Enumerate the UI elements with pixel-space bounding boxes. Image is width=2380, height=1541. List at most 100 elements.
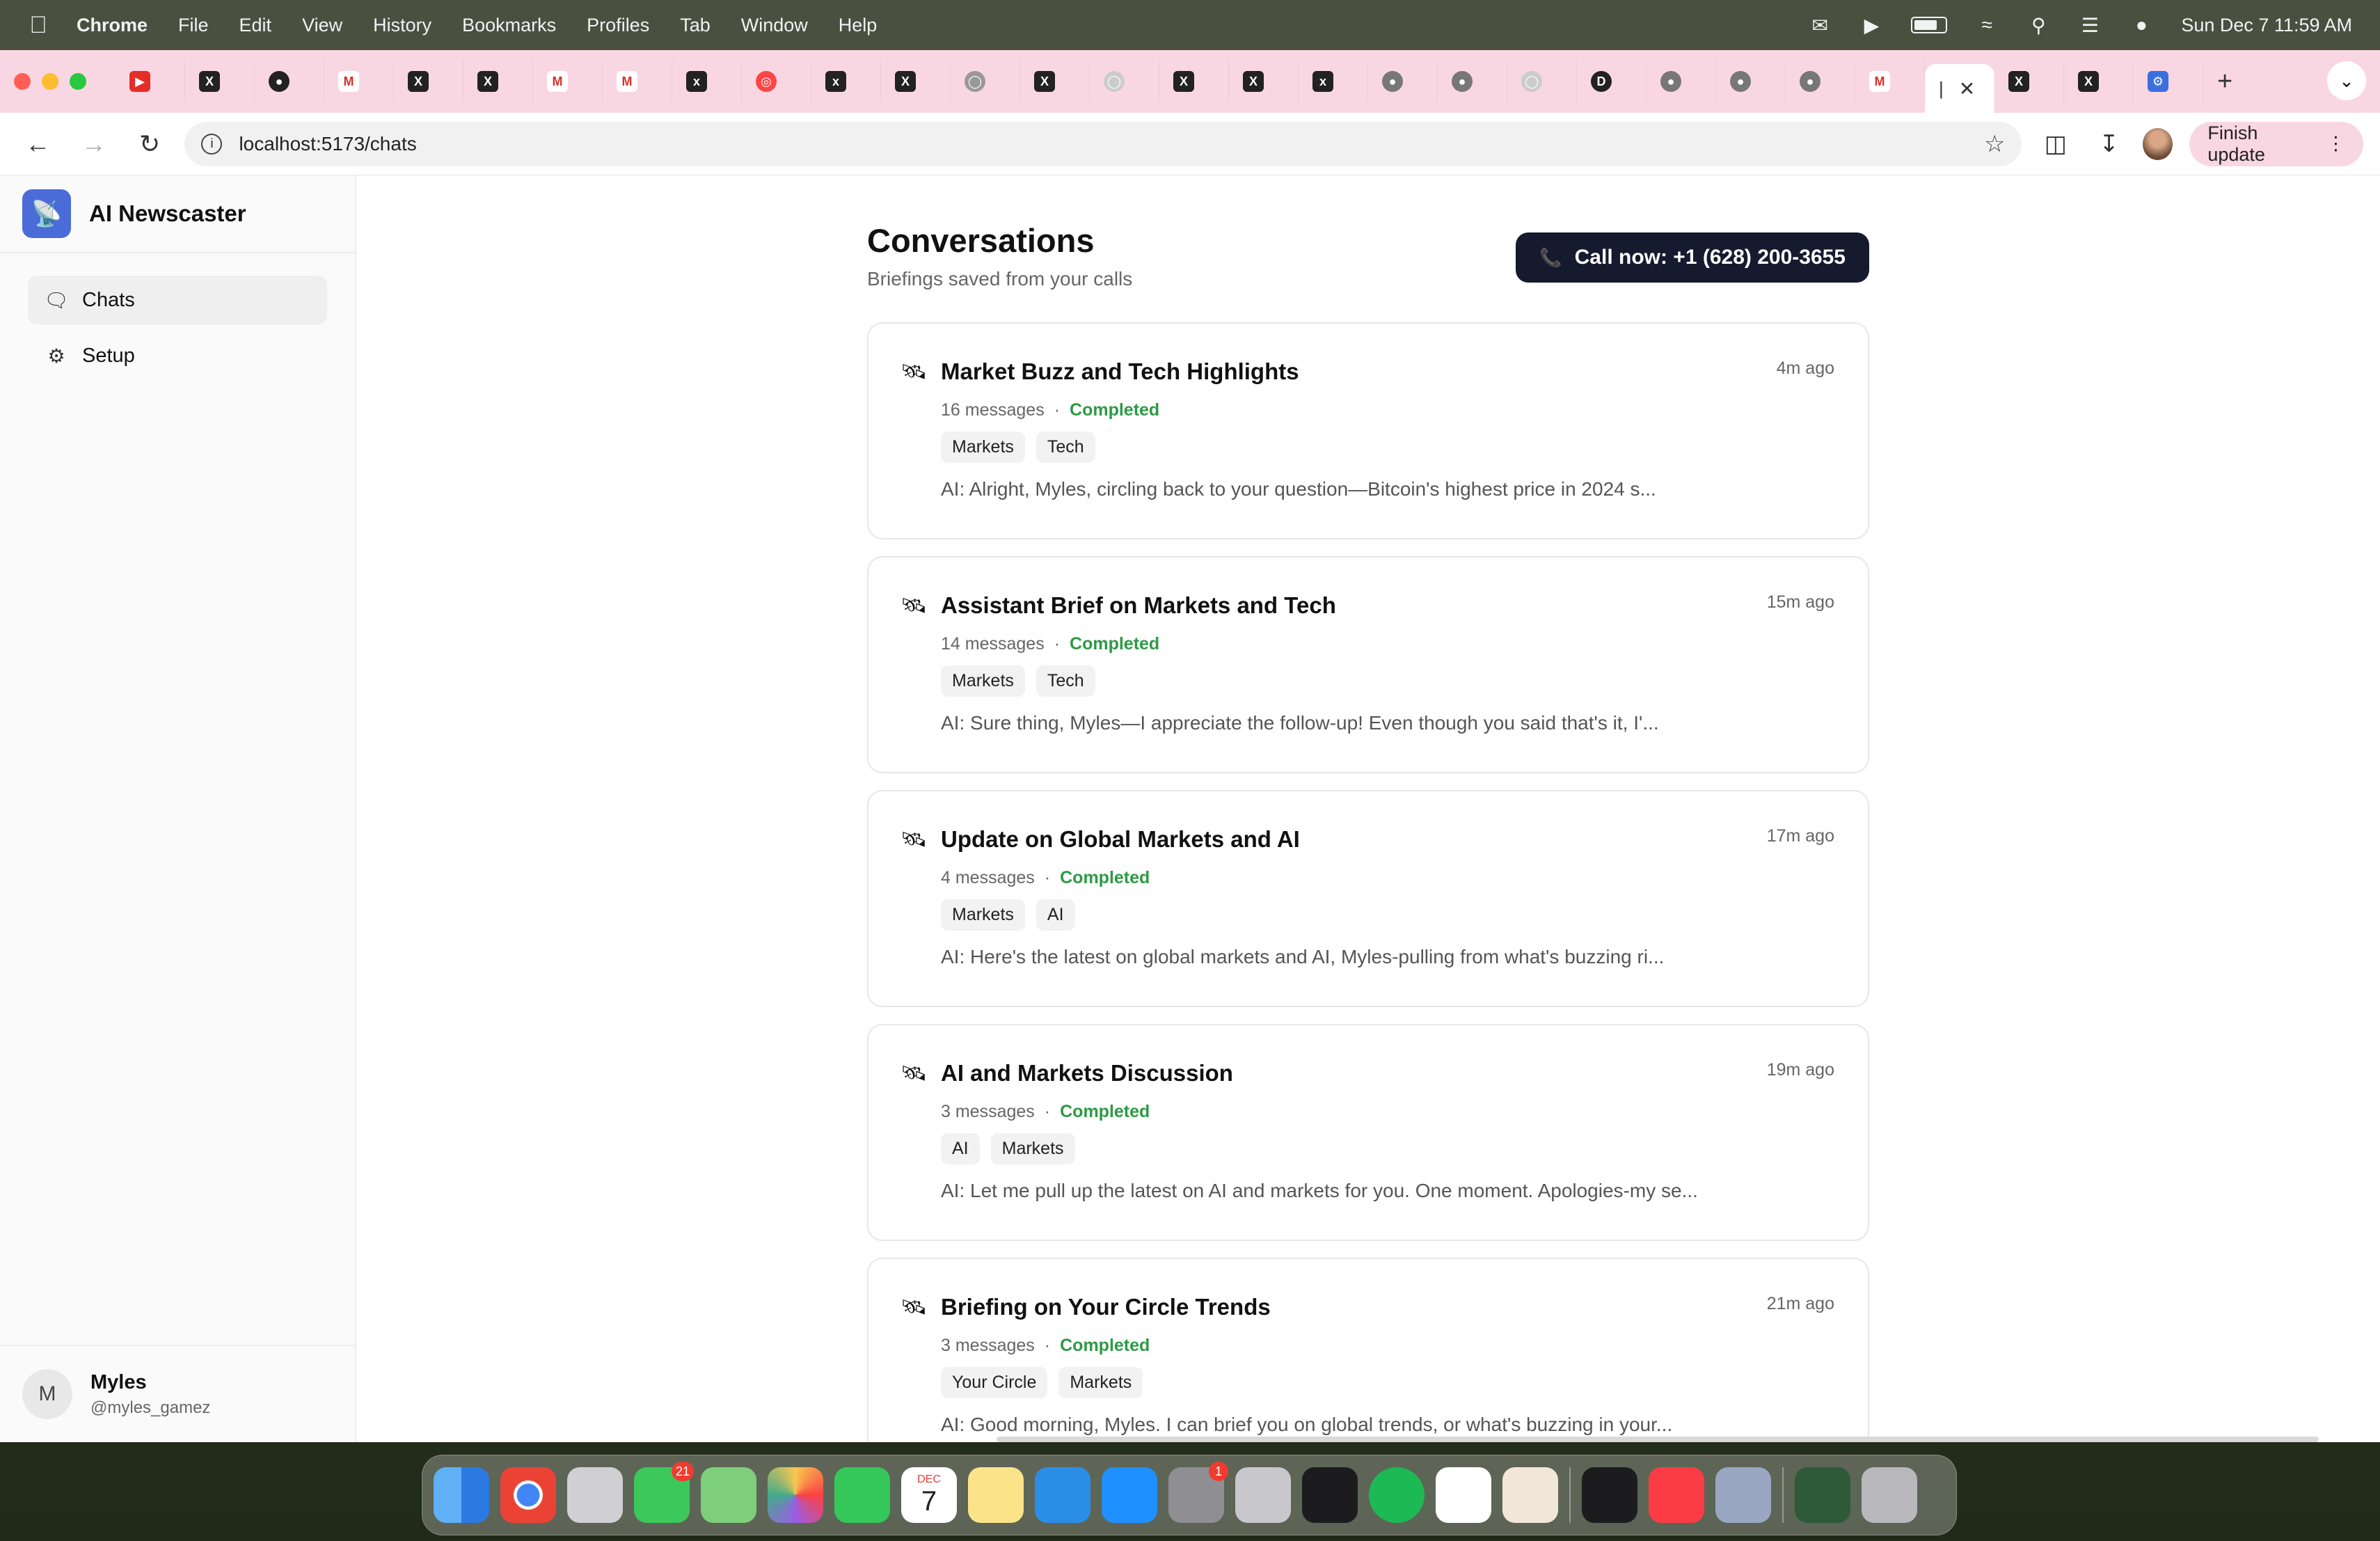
calendar-icon[interactable]: DEC 7 bbox=[901, 1467, 957, 1523]
tab-search-chevron-icon[interactable]: ⌄ bbox=[2327, 61, 2366, 100]
bookmark-star-icon[interactable]: ☆ bbox=[1984, 130, 2005, 158]
browser-tab[interactable]: X bbox=[1020, 61, 1090, 102]
browser-tab[interactable]: ⚙ bbox=[2134, 61, 2203, 102]
menu-view[interactable]: View bbox=[302, 15, 342, 36]
messages-icon[interactable]: 21 bbox=[634, 1462, 694, 1523]
finder-icon[interactable] bbox=[434, 1467, 489, 1523]
call-now-button[interactable]: 📞 Call now: +1 (628) 200-3655 bbox=[1516, 232, 1869, 283]
close-tab-icon[interactable]: ✕ bbox=[1959, 77, 1975, 100]
conversation-card[interactable]: 🛰 Market Buzz and Tech Highlights 4m ago… bbox=[867, 322, 1869, 539]
browser-tab[interactable]: D bbox=[1577, 61, 1647, 102]
window-preview-icon[interactable] bbox=[1715, 1467, 1771, 1523]
spotify-icon[interactable] bbox=[1369, 1467, 1425, 1523]
menu-tab[interactable]: Tab bbox=[680, 15, 711, 36]
photos-icon[interactable] bbox=[768, 1467, 823, 1523]
menu-file[interactable]: File bbox=[178, 15, 209, 36]
browser-tab[interactable]: ▶ bbox=[116, 61, 185, 102]
browser-tab[interactable]: X bbox=[1994, 61, 2064, 102]
browser-tab[interactable]: ◯ bbox=[1507, 61, 1577, 102]
menu-profiles[interactable]: Profiles bbox=[587, 15, 649, 36]
conversation-card[interactable]: 🛰 Briefing on Your Circle Trends 21m ago… bbox=[867, 1258, 1869, 1442]
browser-tab[interactable]: M bbox=[603, 61, 672, 102]
browser-tab[interactable]: X bbox=[185, 61, 255, 102]
finish-update-button[interactable]: Finish update ⋮ bbox=[2189, 121, 2363, 166]
browser-tab[interactable]: X bbox=[1229, 61, 1299, 102]
sidebar-item-chats[interactable]: 🗨 Chats bbox=[28, 276, 327, 324]
zoom-window-button[interactable] bbox=[70, 73, 86, 90]
browser-tab[interactable]: M bbox=[324, 61, 394, 102]
reload-icon[interactable]: ↻ bbox=[129, 122, 170, 166]
browser-tab-active[interactable]: | ✕ bbox=[1925, 64, 1994, 113]
browser-tab[interactable]: X bbox=[2064, 61, 2134, 102]
menu-bookmarks[interactable]: Bookmarks bbox=[462, 15, 556, 36]
browser-tab[interactable]: M bbox=[533, 61, 603, 102]
app-store-icon[interactable] bbox=[1102, 1467, 1157, 1523]
browser-tab[interactable]: X bbox=[1159, 61, 1229, 102]
browser-tab[interactable]: ● bbox=[1368, 61, 1438, 102]
notes-icon[interactable] bbox=[968, 1467, 1024, 1523]
download-icon[interactable]: ↧ bbox=[2089, 123, 2129, 165]
downloads-stack-icon[interactable] bbox=[1795, 1467, 1850, 1523]
maps-icon[interactable] bbox=[701, 1467, 756, 1523]
conversation-card[interactable]: 🛰 Assistant Brief on Markets and Tech 15… bbox=[867, 556, 1869, 773]
browser-tab[interactable]: X bbox=[463, 61, 533, 102]
iphone-mirroring-icon[interactable] bbox=[1235, 1467, 1291, 1523]
browser-tab[interactable]: x bbox=[811, 61, 881, 102]
spotlight-search-icon[interactable]: ⚲ bbox=[2026, 13, 2050, 37]
launchpad-icon[interactable] bbox=[567, 1467, 623, 1523]
terminal-icon[interactable] bbox=[1302, 1467, 1358, 1523]
horizontal-scrollbar[interactable] bbox=[997, 1437, 2319, 1442]
activity-monitor-icon[interactable] bbox=[1582, 1467, 1637, 1523]
browser-tab[interactable]: ◎ bbox=[742, 61, 811, 102]
address-bar-url[interactable]: localhost:5173/chats bbox=[239, 133, 416, 155]
menu-edit[interactable]: Edit bbox=[239, 15, 272, 36]
minimize-window-button[interactable] bbox=[42, 73, 58, 90]
chrome-icon[interactable] bbox=[500, 1467, 556, 1523]
gmail-status-icon[interactable]: ✉ bbox=[1808, 13, 1832, 37]
app-brand[interactable]: 📡 AI Newscaster bbox=[0, 175, 355, 253]
apple-menu-icon[interactable]:  bbox=[28, 12, 49, 39]
battery-icon[interactable] bbox=[1911, 17, 1948, 33]
browser-tab[interactable]: ● bbox=[1647, 61, 1716, 102]
topic-tag: Markets bbox=[941, 665, 1025, 697]
browser-tab[interactable]: ◯ bbox=[951, 61, 1020, 102]
wifi-icon[interactable]: ≈ bbox=[1975, 13, 1999, 37]
play-status-icon[interactable]: ▶ bbox=[1859, 13, 1883, 37]
system-settings-icon[interactable]: 1 bbox=[1168, 1462, 1228, 1523]
site-info-icon[interactable]: i bbox=[201, 133, 223, 155]
menu-help[interactable]: Help bbox=[839, 15, 878, 36]
browser-tab[interactable]: x bbox=[672, 61, 742, 102]
menu-history[interactable]: History bbox=[373, 15, 431, 36]
new-tab-button[interactable]: + bbox=[2217, 67, 2232, 97]
extensions-puzzle-icon[interactable]: ◫ bbox=[2036, 123, 2075, 165]
menu-app-name[interactable]: Chrome bbox=[77, 15, 148, 36]
close-window-button[interactable] bbox=[14, 73, 31, 90]
browser-tab[interactable]: ◯ bbox=[1090, 61, 1159, 102]
forward-arrow-icon[interactable]: → bbox=[72, 122, 114, 166]
facetime-icon[interactable] bbox=[834, 1467, 890, 1523]
siri-icon[interactable]: ● bbox=[2129, 13, 2153, 37]
slack-icon[interactable] bbox=[1436, 1467, 1491, 1523]
profile-avatar[interactable] bbox=[2142, 127, 2173, 160]
browser-tab[interactable]: ● bbox=[1438, 61, 1507, 102]
vscode-icon[interactable] bbox=[1035, 1467, 1090, 1523]
browser-tab[interactable]: x bbox=[1299, 61, 1368, 102]
trash-icon[interactable] bbox=[1862, 1467, 1917, 1523]
menubar-clock[interactable]: Sun Dec 7 11:59 AM bbox=[2181, 15, 2352, 36]
conversation-card[interactable]: 🛰 Update on Global Markets and AI 17m ag… bbox=[867, 790, 1869, 1007]
user-profile[interactable]: M Myles @myles_gamez bbox=[0, 1345, 355, 1442]
browser-tab[interactable]: ● bbox=[1716, 61, 1786, 102]
back-arrow-icon[interactable]: ← bbox=[17, 122, 58, 166]
preview-icon[interactable] bbox=[1502, 1467, 1558, 1523]
sidebar-item-setup[interactable]: ⚙ Setup bbox=[28, 331, 327, 380]
menu-window[interactable]: Window bbox=[741, 15, 808, 36]
browser-tab[interactable]: X bbox=[394, 61, 463, 102]
browser-tab[interactable]: M bbox=[1855, 61, 1925, 102]
browser-tab[interactable]: ● bbox=[255, 61, 324, 102]
conversation-card[interactable]: 🛰 AI and Markets Discussion 19m ago 3 me… bbox=[867, 1024, 1869, 1241]
browser-tab[interactable]: ● bbox=[1786, 61, 1855, 102]
music-icon[interactable] bbox=[1649, 1467, 1704, 1523]
address-bar[interactable]: i localhost:5173/chats ☆ bbox=[184, 121, 2022, 166]
browser-tab[interactable]: X bbox=[881, 61, 951, 102]
control-center-icon[interactable]: ☰ bbox=[2078, 13, 2102, 37]
